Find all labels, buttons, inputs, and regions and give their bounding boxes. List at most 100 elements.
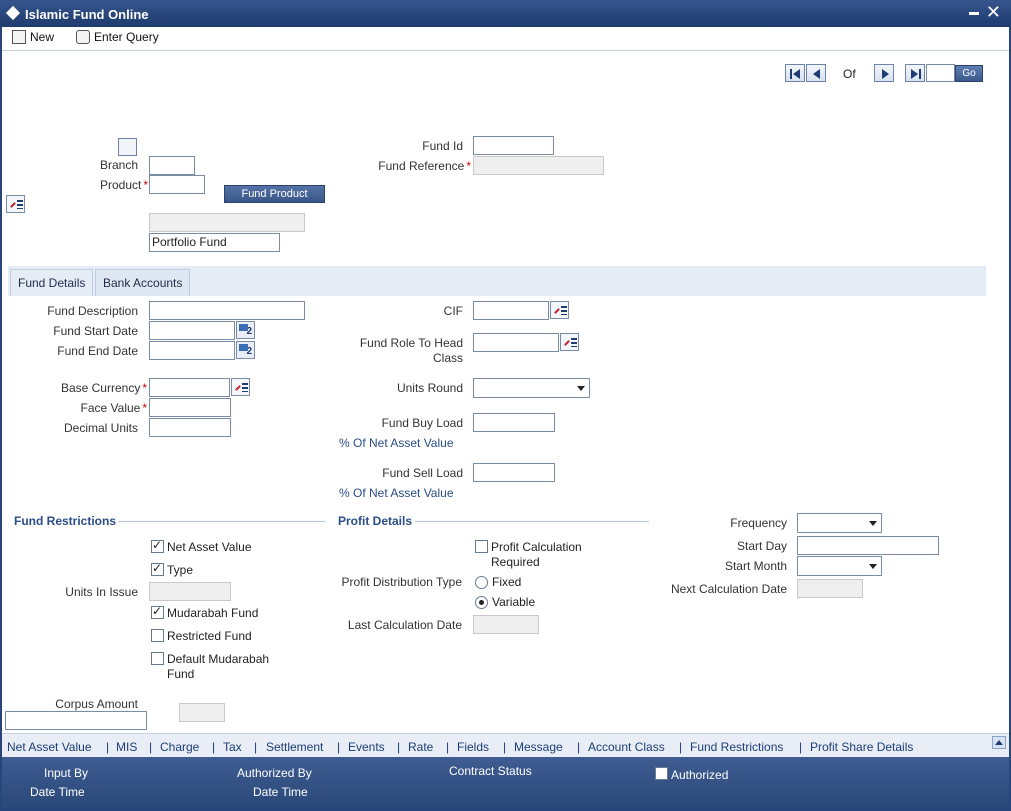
product-input[interactable] [149, 175, 205, 194]
product-lov-icon[interactable] [6, 195, 25, 213]
fund-restrictions-title: Fund Restrictions [14, 514, 117, 528]
page-number-input[interactable] [926, 64, 955, 82]
authorized-by-label: Authorized By [237, 766, 312, 780]
minimize-icon[interactable] [969, 12, 979, 15]
enter-query-button[interactable]: Enter Query [76, 30, 159, 44]
base-currency-lov-icon[interactable] [231, 378, 250, 396]
subscreen-rate[interactable]: Rate [408, 740, 433, 754]
divider [415, 521, 649, 522]
next-record-icon [882, 69, 889, 79]
new-button[interactable]: New [12, 30, 54, 44]
fund-description-input[interactable] [149, 301, 305, 320]
base-currency-label: Base Currency * [60, 381, 147, 395]
chevron-down-icon [869, 564, 877, 569]
subscreen-account-class[interactable]: Account Class [588, 740, 665, 754]
fixed-label: Fixed [492, 575, 522, 589]
variable-radio[interactable] [475, 596, 488, 609]
previous-record-button[interactable] [806, 64, 826, 82]
calendar-icon[interactable]: 2 [236, 341, 255, 359]
profit-distribution-type-label: Profit Distribution Type [341, 575, 463, 589]
next-record-button[interactable] [874, 64, 894, 82]
subscreen-tax[interactable]: Tax [223, 740, 242, 754]
subscreen-charge[interactable]: Charge [160, 740, 199, 754]
fund-role-input[interactable] [473, 333, 559, 352]
subscreen-fields[interactable]: Fields [457, 740, 489, 754]
default-mudarabah-checkbox[interactable] [151, 652, 164, 665]
screen-options-icon[interactable] [118, 138, 137, 156]
divider [118, 521, 325, 522]
query-icon [76, 30, 90, 44]
branch-label: Branch [99, 158, 138, 172]
start-day-label: Start Day [736, 539, 787, 553]
fund-role-lov-icon[interactable] [560, 333, 579, 351]
start-month-select[interactable] [797, 556, 882, 576]
close-icon[interactable]: ✕ [986, 2, 1001, 22]
fund-end-date-label: Fund End Date [57, 344, 138, 358]
authorized-label: Authorized [671, 768, 729, 782]
subscreen-message[interactable]: Message [514, 740, 563, 754]
collapse-up-icon[interactable] [992, 736, 1006, 749]
calendar-icon[interactable]: 2 [236, 321, 255, 339]
face-value-label: Face Value * [80, 401, 147, 415]
subscreen-mis[interactable]: MIS [116, 740, 137, 754]
chevron-down-icon [869, 521, 877, 526]
cif-label: CIF [443, 304, 463, 318]
fixed-radio[interactable] [475, 576, 488, 589]
mudarabah-fund-checkbox[interactable] [151, 604, 164, 619]
profit-calc-required-checkbox[interactable] [475, 540, 488, 553]
frequency-select[interactable] [797, 513, 882, 533]
base-currency-input[interactable] [149, 378, 230, 397]
tab-bank-accounts[interactable]: Bank Accounts [95, 269, 191, 296]
default-mudarabah-label: Default Mudarabah Fund [167, 652, 270, 681]
next-calc-date-field [797, 579, 863, 598]
fund-buy-load-input[interactable] [473, 413, 555, 432]
portfolio-fund-field: Portfolio Fund [149, 233, 280, 252]
last-record-button[interactable] [905, 64, 925, 82]
type-checkbox[interactable] [151, 561, 164, 576]
fund-id-input[interactable] [473, 136, 554, 155]
tab-bar: Fund Details Bank Accounts [8, 266, 986, 296]
product-description-field [149, 213, 305, 232]
go-button[interactable]: Go [955, 65, 983, 82]
first-record-icon [790, 69, 792, 79]
subscreen-settlement[interactable]: Settlement [266, 740, 323, 754]
fund-start-date-input[interactable] [149, 321, 235, 340]
net-asset-value-label: Net Asset Value [167, 540, 252, 554]
restricted-fund-checkbox[interactable] [151, 629, 164, 642]
corpus-amount-readonly-field [179, 703, 225, 722]
net-asset-value-checkbox[interactable] [151, 538, 164, 553]
subscreen-events[interactable]: Events [348, 740, 385, 754]
fund-product-button[interactable]: Fund Product [224, 185, 325, 203]
audit-footer: Input By Date Time Authorized By Date Ti… [2, 757, 1009, 809]
units-in-issue-label: Units In Issue [65, 585, 138, 599]
fund-reference-label: Fund Reference * [378, 159, 471, 173]
tab-fund-details[interactable]: Fund Details [10, 269, 94, 296]
fund-description-label: Fund Description [47, 304, 138, 318]
subscreen-fund-restrictions[interactable]: Fund Restrictions [690, 740, 783, 754]
branch-input[interactable] [149, 156, 195, 175]
fund-sell-load-input[interactable] [473, 463, 555, 482]
corpus-amount-label: Corpus Amount [55, 697, 138, 711]
fund-end-date-input[interactable] [149, 341, 235, 360]
face-value-input[interactable] [149, 398, 231, 417]
profit-calc-required-label: Profit Calculation Required [491, 540, 582, 569]
cif-lov-icon[interactable] [550, 301, 569, 319]
contract-status-label: Contract Status [449, 764, 532, 778]
sell-load-nav-label: % Of Net Asset Value [339, 486, 454, 500]
start-day-input[interactable] [797, 536, 939, 555]
corpus-amount-input[interactable] [5, 711, 147, 730]
mudarabah-fund-label: Mudarabah Fund [167, 606, 259, 620]
cif-input[interactable] [473, 301, 549, 320]
input-by-label: Input By [44, 766, 89, 780]
buy-load-nav-label: % Of Net Asset Value [339, 436, 454, 450]
last-calc-date-field [473, 615, 539, 634]
decimal-units-input[interactable] [149, 418, 231, 437]
subscreen-bar: Net Asset Value | MIS | Charge | Tax | S… [2, 733, 1009, 757]
subscreen-profit-share-details[interactable]: Profit Share Details [810, 740, 913, 754]
fund-reference-field [473, 156, 604, 175]
authorized-checkbox[interactable] [655, 767, 668, 780]
units-round-select[interactable] [473, 378, 590, 398]
subscreen-net-asset-value[interactable]: Net Asset Value [7, 740, 92, 754]
fund-buy-load-label: Fund Buy Load [381, 416, 463, 430]
first-record-button[interactable] [785, 64, 805, 82]
